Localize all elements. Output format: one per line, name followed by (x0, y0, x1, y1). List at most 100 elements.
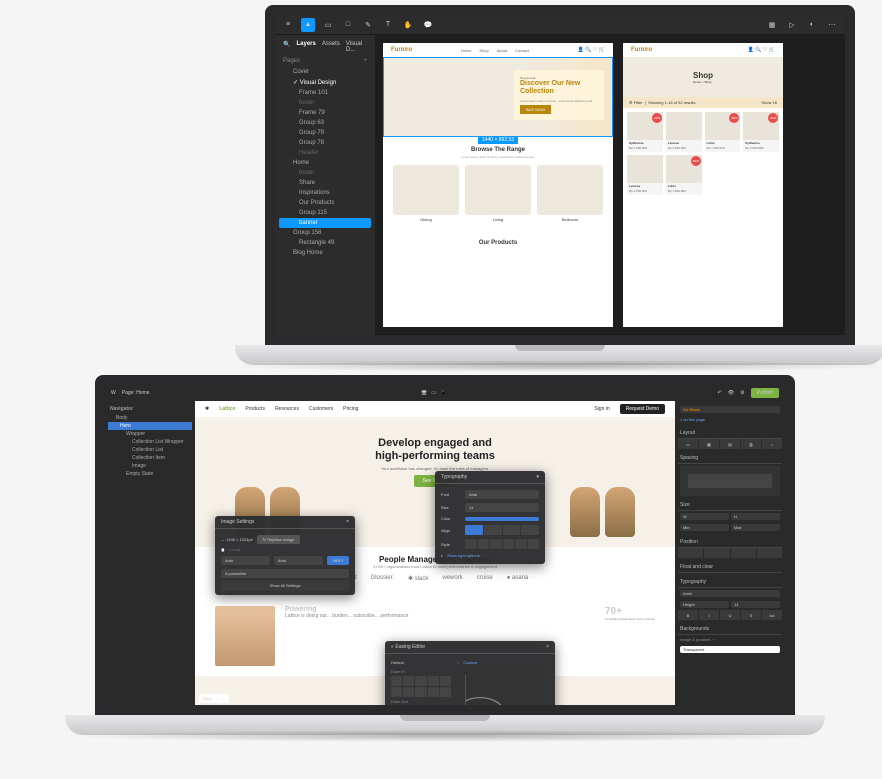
add-icon[interactable]: + (712, 637, 714, 642)
layer-item[interactable]: footer (279, 168, 371, 178)
align-center-icon[interactable] (484, 525, 502, 535)
nav: Home Shop About Contact (461, 48, 529, 53)
demo-button[interactable]: Request Demo (620, 404, 665, 414)
webflow-logo-icon[interactable]: W (111, 390, 116, 396)
hero-selected[interactable]: New Arrival Discover Our New Collection … (383, 57, 613, 137)
layer-item[interactable]: Header (279, 148, 371, 158)
webflow-canvas[interactable]: ✱Lattice Products Resources Customers Pr… (195, 401, 675, 705)
layer-item[interactable]: Blog Home (279, 248, 371, 258)
width-field[interactable]: Auto (221, 556, 270, 565)
layer-item[interactable]: Group 158 (279, 228, 371, 238)
easing-editor-panel[interactable]: ◐ Easing Editor× Default Ease In Ease Ou… (385, 641, 555, 705)
tablet-icon[interactable]: ▭ (431, 390, 436, 396)
signin-link[interactable]: Sign in (594, 406, 609, 412)
layer-item[interactable]: Inspirations (279, 188, 371, 198)
close-icon[interactable]: × (546, 644, 549, 650)
typography-popover[interactable]: Typography▾ FontArial Size14 Color Align (435, 471, 545, 564)
figma-left-panel: 🔍 Layers Assets Visual D... Pages + Cove… (275, 35, 375, 335)
product-card[interactable]: -30%SyltherineRp 2.500.000 (627, 112, 663, 152)
tree-item[interactable]: Empty State (108, 470, 192, 478)
desktop-icon[interactable]: 🖥 (421, 390, 427, 396)
layer-item[interactable]: Group 78 (279, 138, 371, 148)
height-field[interactable]: Auto (274, 556, 323, 565)
more-icon[interactable]: ⋯ (825, 18, 839, 32)
image-settings-panel[interactable]: Image Settings× ↔ 1440 × 1024px↻ Replace… (215, 516, 355, 595)
art-header: Furniro Home Shop About Contact 👤 🔍 ♡ 🛒 (383, 43, 613, 57)
product-card[interactable]: LeviosaRp 2.500.000 (666, 112, 702, 152)
tree-item[interactable]: Collection List Wrapper (108, 438, 192, 446)
frame-tool-icon[interactable]: ▭ (321, 18, 335, 32)
tree-item[interactable]: Collection Item (108, 454, 192, 462)
easing-default[interactable]: Default (391, 658, 451, 667)
mobile-icon[interactable]: 📱 (440, 390, 446, 396)
tree-item[interactable]: Hero (108, 422, 192, 430)
align-justify-icon[interactable] (521, 525, 539, 535)
undo-icon[interactable]: ↶ (718, 390, 722, 396)
contrast-icon[interactable]: ◐ (805, 18, 819, 32)
layer-item[interactable]: Our Products (279, 198, 371, 208)
font-field[interactable]: Amiri (680, 590, 780, 597)
tree-item[interactable]: Image (108, 462, 192, 470)
layer-item[interactable]: Frame 79 (279, 108, 371, 118)
layer-item[interactable]: banner (279, 218, 371, 228)
layer-item[interactable]: Group 79 (279, 128, 371, 138)
tree-item[interactable]: Wrapper (108, 430, 192, 438)
bg-color-swatch[interactable]: Transparent (680, 646, 780, 653)
hero-cta[interactable]: BUY NOW (520, 105, 551, 114)
tab-layers[interactable]: Layers (296, 41, 315, 53)
hidpi-toggle[interactable]: HiDPI (327, 556, 349, 565)
move-tool-icon[interactable]: ▲ (301, 18, 315, 32)
show-all-settings-button[interactable]: Show All Settings (221, 580, 349, 591)
figma-canvas[interactable]: Furniro Home Shop About Contact 👤 🔍 ♡ 🛒 (375, 35, 845, 335)
prototype-icon[interactable]: ▷ (785, 18, 799, 32)
shop-filter-bar: ⚙ Filter | Showing 1-16 of 32 results Sh… (623, 97, 783, 108)
layer-item[interactable]: Share (279, 178, 371, 188)
align-left-icon[interactable] (465, 525, 483, 535)
shape-tool-icon[interactable]: □ (341, 18, 355, 32)
add-page-icon[interactable]: + (363, 58, 367, 64)
search-icon[interactable]: 🔍 (283, 41, 290, 53)
text-tool-icon[interactable]: T (381, 18, 395, 32)
tree-item[interactable]: Body (108, 414, 192, 422)
artboard-home[interactable]: Furniro Home Shop About Contact 👤 🔍 ♡ 🛒 (383, 43, 613, 327)
tree-item[interactable]: Collection List (108, 446, 192, 454)
artboard-shop[interactable]: Furniro 👤 🔍 ♡ 🛒 Shop Home > Shop ⚙ Filte… (623, 43, 783, 327)
settings-icon[interactable]: ⚙ (740, 390, 744, 396)
layer-item[interactable]: Frame 101 (279, 88, 371, 98)
publish-button[interactable]: Publish (751, 388, 779, 398)
align-right-icon[interactable] (503, 525, 521, 535)
hand-tool-icon[interactable]: ✋ (401, 18, 415, 32)
chevron-icon[interactable]: ▾ (536, 474, 539, 480)
layer-item[interactable]: Group 63 (279, 118, 371, 128)
product-card[interactable]: -30%SyltherineRp 2.500.000 (743, 112, 779, 152)
preview-icon[interactable]: 👁 (728, 390, 734, 396)
spacing-box[interactable] (680, 466, 780, 496)
site-nav: ✱Lattice Products Resources Customers Pr… (195, 401, 675, 417)
dev-mode-icon[interactable]: ▦ (765, 18, 779, 32)
page-selector[interactable]: Page: Home (122, 390, 150, 396)
alt-field[interactable]: A poinsettia (221, 569, 349, 578)
tab-assets[interactable]: Assets (322, 41, 340, 53)
product-grid: -30%SyltherineRp 2.500.000LeviosaRp 2.50… (623, 108, 783, 199)
replace-image-button[interactable]: ↻ Replace Image (257, 535, 300, 544)
page-item-active[interactable]: ✓ Visual Design (279, 77, 371, 88)
navigator-panel: Navigator BodyHeroWrapperCollection List… (105, 401, 195, 705)
comment-tool-icon[interactable]: 💬 (421, 18, 435, 32)
webflow-laptop: W Page: Home 🖥 ▭ 📱 ↶ 👁 ⚙ Publish Naviga (95, 375, 795, 735)
figma-app: ≡ ▲ ▭ □ ✎ T ✋ 💬 ▦ ▷ ◐ ⋯ 🔍 Layers (275, 15, 845, 335)
close-icon[interactable]: × (346, 519, 349, 525)
page-item[interactable]: Cover (279, 67, 371, 77)
product-card[interactable]: -50%LolitoRp 7.000.000 (705, 112, 741, 152)
product-card[interactable]: -50%LolitoRp 7.000.000 (666, 155, 702, 195)
menu-icon[interactable]: ≡ (281, 18, 295, 32)
pen-tool-icon[interactable]: ✎ (361, 18, 375, 32)
product-card[interactable]: LeviosaRp 2.500.000 (627, 155, 663, 195)
layer-item[interactable]: footer (279, 98, 371, 108)
layer-item[interactable]: Group 115 (279, 208, 371, 218)
pages-header: Pages + (279, 55, 371, 67)
tab-page[interactable]: Visual D... (346, 41, 367, 53)
class-selector[interactable]: Div Block (680, 406, 780, 413)
layer-item[interactable]: Rectangle 49 (279, 238, 371, 248)
layer-item[interactable]: Home (279, 158, 371, 168)
easing-curve[interactable] (461, 671, 541, 705)
